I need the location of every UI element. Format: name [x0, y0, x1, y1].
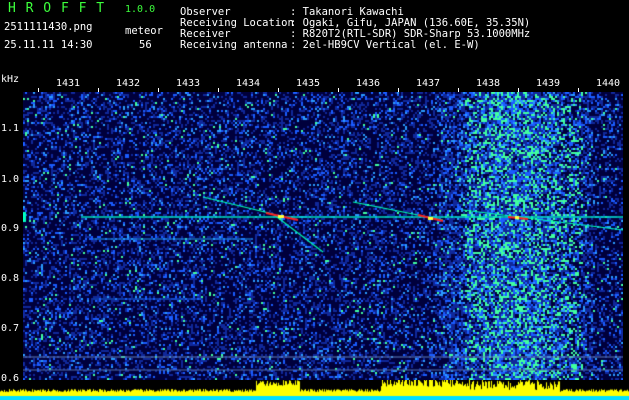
freq-tick-1-0: 1.0 [1, 174, 20, 185]
freq-tick-0-7: 0.7 [1, 323, 20, 334]
meteor-label: meteor [125, 25, 163, 37]
time-tick-1434: 1434 [235, 78, 261, 89]
time-axis: 1431 1432 1433 1434 1435 1436 1437 1438 1439 1440 [0, 78, 629, 93]
freq-tick-0-8: 0.8 [1, 273, 20, 284]
datetime-label: 25.11.11 14:30 [4, 39, 93, 51]
meteor-count: 56 [139, 39, 152, 51]
filename-label: 2511111430.png [4, 21, 93, 33]
time-tick-1436: 1436 [355, 78, 381, 89]
app-logo: H R O F F T [8, 1, 106, 16]
time-tick-1435: 1435 [295, 78, 321, 89]
freq-tick-0-6: 0.6 [1, 373, 20, 384]
freq-tick-0-9: 0.9 [1, 223, 20, 234]
time-tick-1438: 1438 [475, 78, 501, 89]
antenna-field-value: : 2el-HB9CV Vertical (el. E-W) [290, 39, 480, 51]
spectrogram-plot [23, 92, 623, 380]
antenna-field-label: Receiving antenna [180, 39, 288, 51]
app-version: 1.0.0 [125, 4, 156, 15]
time-tick-1432: 1432 [115, 78, 141, 89]
time-tick-1433: 1433 [175, 78, 201, 89]
signal-level-bar [0, 380, 629, 400]
time-tick-1437: 1437 [415, 78, 441, 89]
time-tick-1439: 1439 [535, 78, 561, 89]
hroft-spectrogram-window: H R O F F T 1.0.0 2511111430.png meteor … [0, 0, 629, 400]
time-tick-1440: 1440 [595, 78, 621, 89]
freq-tick-1-1: 1.1 [1, 123, 20, 134]
y-axis-unit: kHz [1, 74, 20, 85]
time-tick-1431: 1431 [55, 78, 81, 89]
